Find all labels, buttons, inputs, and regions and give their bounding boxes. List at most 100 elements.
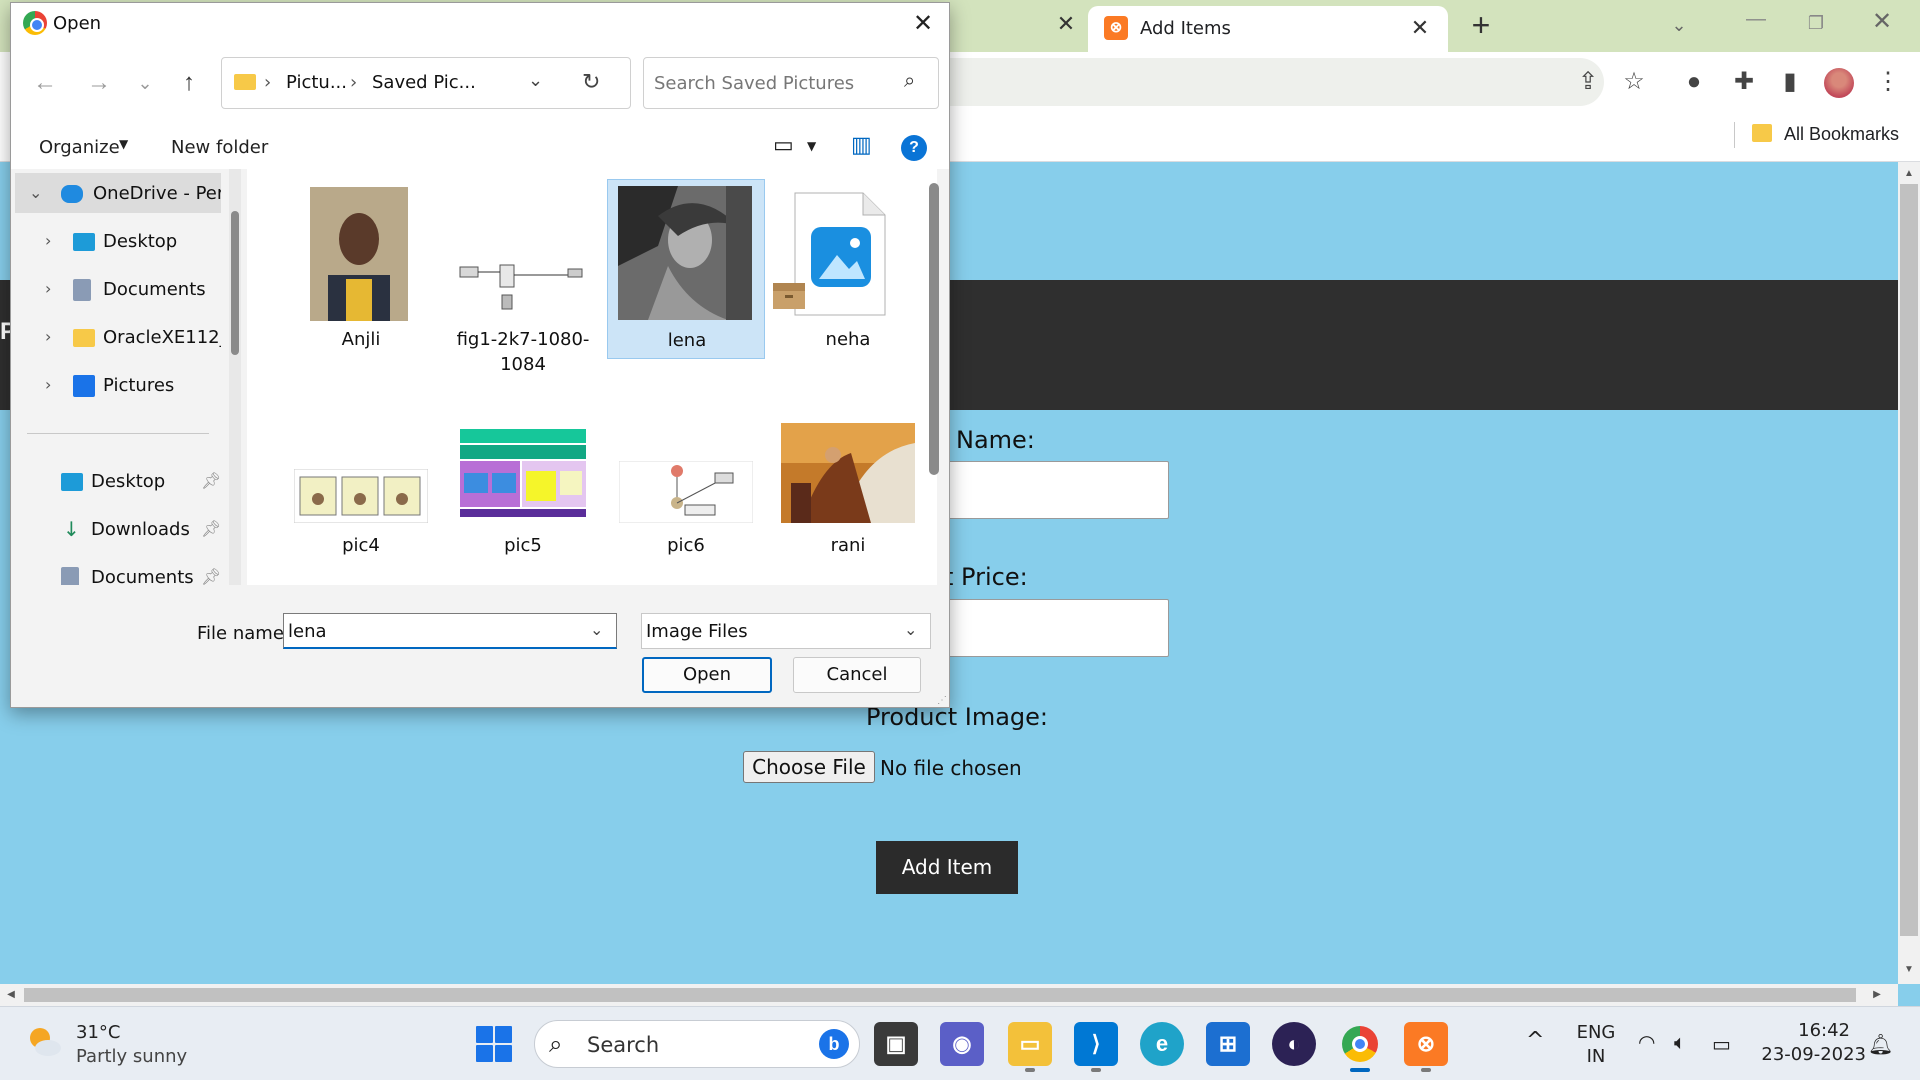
organize-menu[interactable]: Organize [39,137,120,158]
organize-dropdown-icon[interactable]: ▼ [119,137,128,151]
minimize-button[interactable]: — [1736,8,1776,38]
file-explorer-icon[interactable]: ▭ [1008,1022,1052,1066]
quick-access-downloads[interactable]: ↓ Downloads 📌︎ [15,509,221,549]
view-mode-icon[interactable]: ▭ [773,133,794,158]
file-item[interactable]: Anjli [282,179,440,359]
close-tab-button[interactable]: ✕ [1406,14,1434,42]
file-item[interactable]: pic5 [444,383,602,563]
dialog-address-bar[interactable]: › Pictu... › Saved Pic... ⌄ ↻ [221,57,631,109]
weather-description[interactable]: Partly sunny [76,1046,187,1067]
file-item[interactable]: fig1-2k7-1080-1084 [444,179,602,375]
bing-icon[interactable]: b [819,1029,849,1059]
cancel-button[interactable]: Cancel [793,657,921,693]
tab-search-chevron-icon[interactable]: ⌄ [1664,10,1694,40]
forward-arrow-icon[interactable]: → [81,65,117,101]
clock-date[interactable]: 23-09-2023 [1756,1044,1866,1065]
resize-grip-icon[interactable]: ⋰ [937,695,947,706]
all-bookmarks-link[interactable]: All Bookmarks [1784,124,1899,145]
window-close-button[interactable]: ✕ [1862,6,1902,38]
language-region[interactable]: IN [1576,1046,1616,1067]
back-arrow-icon[interactable]: ← [27,65,63,101]
expanded-chevron-icon[interactable]: ⌄ [29,183,42,202]
file-item-selected[interactable]: lena [607,179,765,359]
help-icon[interactable]: ? [901,135,927,161]
share-icon[interactable]: ⇪ [1572,66,1604,98]
chrome-taskbar-icon[interactable] [1338,1022,1382,1066]
taskbar-search-box[interactable]: ⌕ Search b [534,1020,860,1068]
file-item[interactable]: neha [769,179,927,359]
address-dropdown-chevron-icon[interactable]: ⌄ [528,70,543,91]
extension-icon[interactable]: ● [1678,66,1710,98]
quick-access-desktop[interactable]: Desktop 📌︎ [15,461,221,501]
pin-icon: 📌︎ [201,567,221,586]
show-hidden-icons-chevron-icon[interactable]: ^ [1526,1028,1544,1053]
nav-pane-scroll-thumb[interactable] [231,211,239,355]
breadcrumb-saved-pictures[interactable]: Saved Pic... [372,72,476,93]
notifications-icon[interactable]: 🔔︎ [1868,1032,1893,1056]
clock-time[interactable]: 16:42 [1760,1020,1850,1041]
file-item[interactable]: pic4 [282,383,440,563]
search-icon[interactable]: ⌕ [904,70,915,93]
nav-item-onedrive[interactable]: ⌄ OneDrive - Perso [15,173,221,213]
collapsed-chevron-icon[interactable]: › [45,327,51,346]
breadcrumb-pictures[interactable]: Pictu... [286,72,347,93]
choose-file-button[interactable]: Choose File [743,751,875,783]
new-tab-button[interactable]: + [1464,8,1498,42]
scroll-right-arrow-icon[interactable]: ▶ [1866,984,1888,1006]
nav-item-pictures[interactable]: › Pictures [15,365,221,405]
dialog-titlebar: Open ✕ [11,3,949,43]
file-type-select[interactable]: Image Files ⌄ [641,613,931,649]
eclipse-icon[interactable]: ◐ [1272,1022,1316,1066]
address-bar[interactable] [900,58,1604,106]
menu-kebab-icon[interactable]: ⋮ [1872,66,1904,98]
language-indicator[interactable]: ENG [1576,1022,1616,1043]
tab-add-items[interactable]: ⊗ Add Items ✕ [1088,6,1448,52]
close-previous-tab-button[interactable]: ✕ [1052,10,1080,38]
file-type-dropdown-chevron-icon[interactable]: ⌄ [904,620,917,640]
partly-sunny-icon[interactable] [24,1022,64,1062]
task-view-icon[interactable]: ▣ [874,1022,918,1066]
nav-item-documents[interactable]: › Documents [15,269,221,309]
restore-button[interactable]: ❐ [1796,8,1836,38]
nav-item-oraclexe[interactable]: › OracleXE112_V [15,317,221,357]
up-arrow-icon[interactable]: ↑ [171,65,207,101]
file-item[interactable]: pic6 [607,383,765,563]
preview-pane-icon[interactable]: ▥ [851,133,872,158]
battery-icon[interactable]: ▭ [1712,1032,1731,1056]
profile-avatar[interactable] [1824,68,1854,98]
open-button[interactable]: Open [642,657,772,693]
scroll-left-arrow-icon[interactable]: ◀ [0,984,22,1006]
wifi-icon[interactable]: ◠ [1638,1030,1655,1054]
scroll-up-arrow-icon[interactable]: ▲ [1898,164,1920,184]
volume-icon[interactable]: 🔈︎ [1674,1030,1686,1054]
files-pane-scroll-thumb[interactable] [929,183,939,475]
new-folder-button[interactable]: New folder [171,137,268,158]
file-name-dropdown-chevron-icon[interactable]: ⌄ [590,620,603,640]
dialog-close-button[interactable]: ✕ [905,9,941,39]
bookmark-star-icon[interactable]: ☆ [1618,66,1650,98]
file-item[interactable]: rani [769,383,927,563]
microsoft-store-icon[interactable]: ⊞ [1206,1022,1250,1066]
refresh-icon[interactable]: ↻ [582,70,600,95]
file-name-input[interactable]: lena ⌄ [283,613,617,649]
vscode-icon[interactable]: ⟩ [1074,1022,1118,1066]
view-dropdown-icon[interactable]: ▼ [807,139,816,153]
weather-temperature[interactable]: 31°C [76,1022,120,1043]
collapsed-chevron-icon[interactable]: › [45,279,51,298]
puzzle-extensions-icon[interactable]: ✚ [1728,66,1760,98]
collapsed-chevron-icon[interactable]: › [45,375,51,394]
page-vertical-scroll-thumb[interactable] [1900,184,1918,936]
edge-icon[interactable]: e [1140,1022,1184,1066]
page-horizontal-scroll-thumb[interactable] [24,988,1856,1002]
teams-chat-icon[interactable]: ◉ [940,1022,984,1066]
side-panel-icon[interactable]: ▮ [1774,66,1806,98]
recent-locations-chevron-icon[interactable]: ⌄ [127,65,163,101]
nav-item-desktop[interactable]: › Desktop [15,221,221,261]
scroll-down-arrow-icon[interactable]: ▼ [1898,960,1920,980]
collapsed-chevron-icon[interactable]: › [45,231,51,250]
product-price-label: t Price: [944,563,1028,591]
xampp-icon[interactable]: ⊗ [1404,1022,1448,1066]
add-item-button[interactable]: Add Item [876,841,1018,894]
dialog-search-box[interactable]: Search Saved Pictures ⌕ [643,57,939,109]
windows-start-icon[interactable] [476,1026,512,1062]
